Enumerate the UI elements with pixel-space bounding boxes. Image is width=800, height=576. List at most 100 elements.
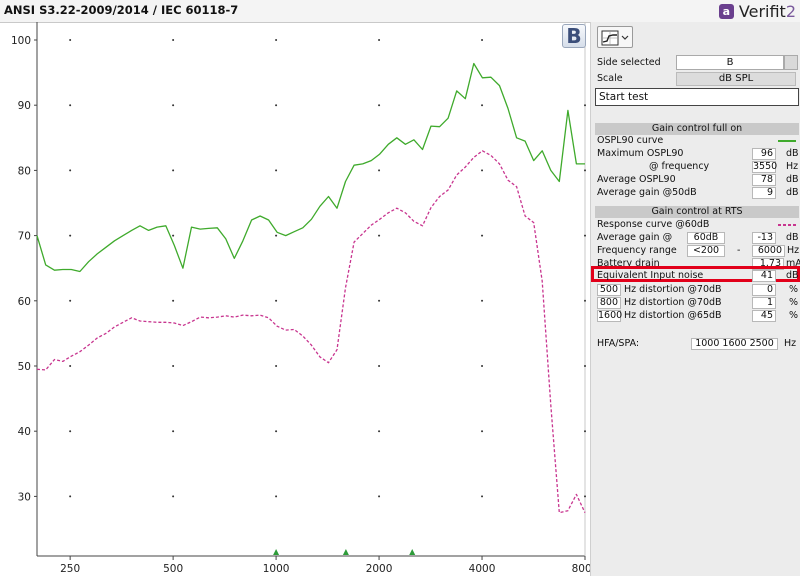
ein-unit: dB	[786, 270, 799, 281]
grid-dot	[378, 39, 381, 41]
grid-dot	[69, 299, 72, 302]
grid-dot	[378, 430, 381, 433]
grid-dot	[69, 430, 72, 433]
grid-dot	[69, 365, 72, 367]
y-tick-label-100: 100	[11, 35, 31, 47]
side-b-button[interactable]: B	[562, 24, 586, 48]
dist1-label: Hz distortion @70dB	[624, 284, 722, 295]
dist2-value: 1	[752, 297, 776, 309]
hfa-spa-label: HFA/SPA:	[597, 338, 640, 349]
grid-dot	[172, 299, 175, 302]
side-selected-scroll[interactable]	[784, 55, 798, 70]
response-curve-label: Response curve @60dB	[597, 219, 710, 230]
grid-dot	[69, 234, 72, 237]
dist1-value: 0	[752, 284, 776, 296]
x-tick-label-2000: 2000	[366, 563, 393, 575]
dist3-value: 45	[752, 310, 776, 322]
grid-dot	[172, 495, 175, 498]
grid-dot	[172, 104, 175, 107]
grid-dot	[275, 169, 278, 172]
side-selected-label: Side selected	[597, 57, 661, 68]
hfa-marker-2500	[409, 549, 416, 555]
avg-gain-at-unit: dB	[786, 232, 799, 243]
verifit-window: ANSI S3.22-2009/2014 / IEC 60118-7 a Ver…	[0, 0, 800, 576]
grid-dot	[584, 365, 586, 367]
dist1-freq-field[interactable]: 500	[597, 284, 621, 296]
standard-title: ANSI S3.22-2009/2014 / IEC 60118-7	[4, 3, 239, 17]
avg-ospl90-unit: dB	[786, 174, 799, 185]
grid-dot	[172, 39, 175, 41]
grid-dot	[69, 495, 72, 498]
y-tick-label-30: 30	[18, 491, 31, 503]
grid-dot	[481, 104, 484, 107]
brand-logo: a Verifit2	[718, 1, 796, 21]
grid-dot	[172, 169, 175, 172]
chart-canvas: 100 90 80 70 60 50 40 30 250 500 1000 2000 4000 8000	[11, 22, 590, 575]
x-tick-label-250: 250	[60, 563, 80, 575]
scale-field[interactable]: dB SPL	[676, 72, 796, 86]
grid-dot	[378, 299, 381, 302]
grid-dot	[481, 495, 484, 498]
grid-dot	[378, 495, 381, 498]
grid-dot	[275, 365, 278, 367]
x-tick-label-500: 500	[163, 563, 183, 575]
dist3-freq-field[interactable]: 1600	[597, 310, 622, 322]
brand-name: Verifit	[738, 1, 786, 21]
avg-ospl90-label: Average OSPL90	[597, 174, 676, 185]
section-gain-full-on: Gain control full on	[595, 123, 799, 135]
brand-version: 2	[785, 1, 796, 21]
dist1-unit: %	[789, 284, 799, 295]
response-curve	[36, 150, 586, 514]
x-tick-label-4000: 4000	[469, 563, 496, 575]
hfa-spa-unit: Hz	[784, 338, 797, 349]
freq-range-label: Frequency range	[597, 245, 677, 256]
avg-gain-at-value: -13	[752, 232, 776, 244]
grid-dot	[584, 495, 586, 498]
grid-dot	[172, 365, 175, 367]
hfa-marker-1600	[342, 549, 349, 555]
title-bar: ANSI S3.22-2009/2014 / IEC 60118-7 a Ver…	[0, 0, 800, 23]
side-selected-field[interactable]: B	[676, 55, 784, 70]
grid-dot	[69, 104, 72, 107]
ospl90-legend-swatch	[778, 140, 796, 142]
freq-range-high: 6000	[752, 245, 785, 257]
settings-panel: Side selected B Scale dB SPL Start test …	[590, 22, 800, 576]
dist2-freq-field[interactable]: 800	[597, 297, 621, 309]
grid-dot	[275, 430, 278, 433]
y-tick-label-70: 70	[18, 231, 31, 243]
at-frequency-label: @ frequency	[649, 161, 710, 172]
grid-dot	[378, 104, 381, 107]
grid-dot	[584, 234, 586, 237]
brand-badge-icon: a	[718, 3, 734, 19]
freq-range-low: <200	[687, 245, 725, 257]
ospl90-curve-label: OSPL90 curve	[597, 135, 664, 146]
freq-range-unit: Hz	[787, 245, 800, 256]
grid-dot	[172, 430, 175, 433]
graph-view-dropdown[interactable]	[597, 26, 633, 48]
y-tick-label-80: 80	[18, 165, 31, 177]
grid-dot	[378, 365, 381, 367]
y-tick-label-40: 40	[18, 426, 31, 438]
dist2-unit: %	[789, 297, 799, 308]
max-ospl90-unit: dB	[786, 148, 799, 159]
graph-view-icon	[601, 30, 629, 46]
grid-dot	[69, 39, 72, 41]
grid-dot	[481, 365, 484, 367]
dist3-unit: %	[789, 310, 799, 321]
start-test-button[interactable]: Start test	[595, 88, 799, 106]
chevron-down-icon	[621, 35, 629, 40]
y-tick-label-60: 60	[18, 296, 31, 308]
x-tick-label-8000: 8000	[572, 563, 590, 575]
x-tick-label-1000: 1000	[263, 563, 290, 575]
avg-gain-level-field[interactable]: 60dB	[687, 232, 725, 244]
grid-dot	[584, 299, 586, 302]
grid-dot	[584, 169, 586, 172]
ein-label: Equivalent Input noise	[597, 270, 704, 281]
at-frequency-value: 3550	[752, 161, 778, 173]
freq-range-dash: -	[737, 245, 741, 256]
grid-dot	[481, 299, 484, 302]
hfa-spa-field[interactable]: 1000 1600 2500	[691, 338, 778, 350]
grid-dot	[275, 495, 278, 498]
scale-label: Scale	[597, 73, 623, 84]
grid-dot	[481, 234, 484, 237]
